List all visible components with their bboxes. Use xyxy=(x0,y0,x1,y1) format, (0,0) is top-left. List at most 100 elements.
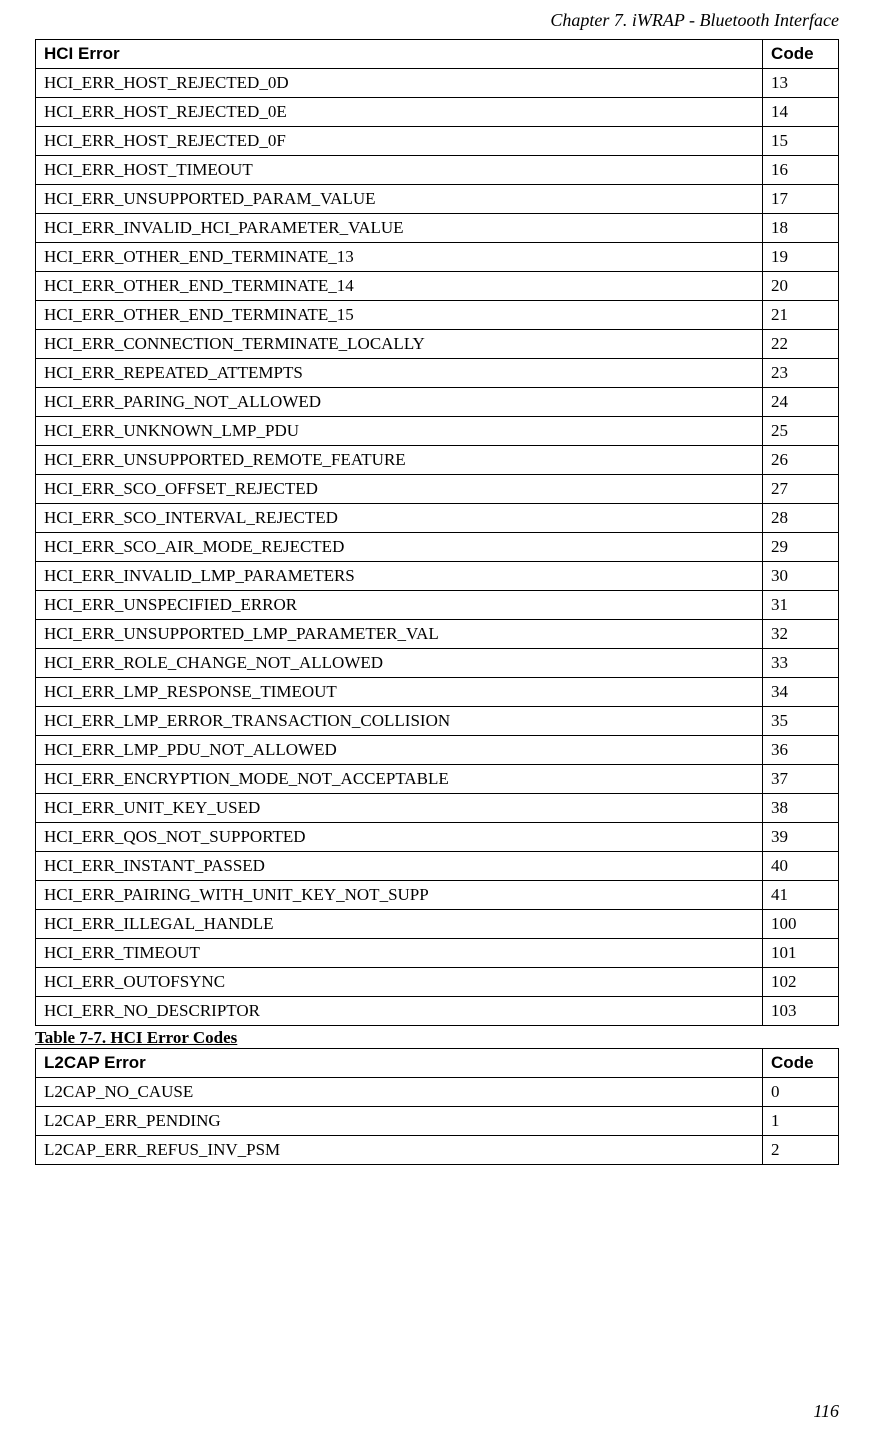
error-name-cell: HCI_ERR_HOST_TIMEOUT xyxy=(36,156,763,185)
table-row: HCI_ERR_PARING_NOT_ALLOWED24 xyxy=(36,388,839,417)
error-name-cell: HCI_ERR_ROLE_CHANGE_NOT_ALLOWED xyxy=(36,649,763,678)
error-code-cell: 14 xyxy=(763,98,839,127)
column-header-error: HCI Error xyxy=(36,40,763,69)
error-name-cell: HCI_ERR_ENCRYPTION_MODE_NOT_ACCEPTABLE xyxy=(36,765,763,794)
error-code-cell: 25 xyxy=(763,417,839,446)
table-row: HCI_ERR_REPEATED_ATTEMPTS23 xyxy=(36,359,839,388)
table-row: HCI_ERR_HOST_REJECTED_0E14 xyxy=(36,98,839,127)
table-caption-hci: Table 7-7. HCI Error Codes xyxy=(35,1028,839,1048)
error-name-cell: HCI_ERR_HOST_REJECTED_0E xyxy=(36,98,763,127)
chapter-header: Chapter 7. iWRAP - Bluetooth Interface xyxy=(0,0,874,39)
error-name-cell: HCI_ERR_UNSUPPORTED_PARAM_VALUE xyxy=(36,185,763,214)
error-code-cell: 33 xyxy=(763,649,839,678)
error-name-cell: HCI_ERR_SCO_INTERVAL_REJECTED xyxy=(36,504,763,533)
error-code-cell: 19 xyxy=(763,243,839,272)
error-code-cell: 16 xyxy=(763,156,839,185)
error-name-cell: HCI_ERR_PARING_NOT_ALLOWED xyxy=(36,388,763,417)
error-code-cell: 101 xyxy=(763,939,839,968)
l2cap-error-table: L2CAP Error Code L2CAP_NO_CAUSE0L2CAP_ER… xyxy=(35,1048,839,1165)
table-row: HCI_ERR_HOST_REJECTED_0F15 xyxy=(36,127,839,156)
error-code-cell: 0 xyxy=(763,1078,839,1107)
error-name-cell: HCI_ERR_UNSUPPORTED_LMP_PARAMETER_VAL xyxy=(36,620,763,649)
table-row: HCI_ERR_ENCRYPTION_MODE_NOT_ACCEPTABLE37 xyxy=(36,765,839,794)
table-row: HCI_ERR_SCO_AIR_MODE_REJECTED29 xyxy=(36,533,839,562)
error-code-cell: 23 xyxy=(763,359,839,388)
table-row: HCI_ERR_UNIT_KEY_USED38 xyxy=(36,794,839,823)
table-row: L2CAP_NO_CAUSE0 xyxy=(36,1078,839,1107)
error-name-cell: HCI_ERR_REPEATED_ATTEMPTS xyxy=(36,359,763,388)
error-name-cell: HCI_ERR_OUTOFSYNC xyxy=(36,968,763,997)
error-code-cell: 34 xyxy=(763,678,839,707)
error-name-cell: HCI_ERR_CONNECTION_TERMINATE_LOCALLY xyxy=(36,330,763,359)
error-code-cell: 15 xyxy=(763,127,839,156)
table-row: L2CAP_ERR_REFUS_INV_PSM2 xyxy=(36,1136,839,1165)
error-code-cell: 27 xyxy=(763,475,839,504)
error-code-cell: 40 xyxy=(763,852,839,881)
column-header-code: Code xyxy=(763,1049,839,1078)
page-content: HCI Error Code HCI_ERR_HOST_REJECTED_0D1… xyxy=(0,39,874,1165)
table-header-row: HCI Error Code xyxy=(36,40,839,69)
error-name-cell: HCI_ERR_OTHER_END_TERMINATE_15 xyxy=(36,301,763,330)
table-row: HCI_ERR_UNSUPPORTED_REMOTE_FEATURE26 xyxy=(36,446,839,475)
error-name-cell: HCI_ERR_OTHER_END_TERMINATE_13 xyxy=(36,243,763,272)
table-row: HCI_ERR_UNKNOWN_LMP_PDU25 xyxy=(36,417,839,446)
table-row: HCI_ERR_ILLEGAL_HANDLE100 xyxy=(36,910,839,939)
error-code-cell: 28 xyxy=(763,504,839,533)
table-row: HCI_ERR_QOS_NOT_SUPPORTED39 xyxy=(36,823,839,852)
table-row: HCI_ERR_OTHER_END_TERMINATE_1319 xyxy=(36,243,839,272)
table-row: HCI_ERR_PAIRING_WITH_UNIT_KEY_NOT_SUPP41 xyxy=(36,881,839,910)
table-row: HCI_ERR_CONNECTION_TERMINATE_LOCALLY22 xyxy=(36,330,839,359)
column-header-error: L2CAP Error xyxy=(36,1049,763,1078)
error-name-cell: HCI_ERR_INVALID_LMP_PARAMETERS xyxy=(36,562,763,591)
error-code-cell: 29 xyxy=(763,533,839,562)
error-code-cell: 26 xyxy=(763,446,839,475)
table-row: HCI_ERR_INVALID_HCI_PARAMETER_VALUE18 xyxy=(36,214,839,243)
table-row: HCI_ERR_LMP_PDU_NOT_ALLOWED36 xyxy=(36,736,839,765)
error-code-cell: 103 xyxy=(763,997,839,1026)
error-code-cell: 24 xyxy=(763,388,839,417)
table-row: HCI_ERR_NO_DESCRIPTOR103 xyxy=(36,997,839,1026)
error-name-cell: HCI_ERR_UNSPECIFIED_ERROR xyxy=(36,591,763,620)
error-name-cell: HCI_ERR_UNIT_KEY_USED xyxy=(36,794,763,823)
error-code-cell: 17 xyxy=(763,185,839,214)
table-row: HCI_ERR_INVALID_LMP_PARAMETERS30 xyxy=(36,562,839,591)
error-name-cell: L2CAP_ERR_PENDING xyxy=(36,1107,763,1136)
error-name-cell: L2CAP_ERR_REFUS_INV_PSM xyxy=(36,1136,763,1165)
error-name-cell: HCI_ERR_HOST_REJECTED_0F xyxy=(36,127,763,156)
table-row: HCI_ERR_TIMEOUT101 xyxy=(36,939,839,968)
error-code-cell: 36 xyxy=(763,736,839,765)
table-row: HCI_ERR_HOST_REJECTED_0D13 xyxy=(36,69,839,98)
error-code-cell: 37 xyxy=(763,765,839,794)
table-header-row: L2CAP Error Code xyxy=(36,1049,839,1078)
error-name-cell: HCI_ERR_UNSUPPORTED_REMOTE_FEATURE xyxy=(36,446,763,475)
table-row: HCI_ERR_OTHER_END_TERMINATE_1420 xyxy=(36,272,839,301)
error-code-cell: 100 xyxy=(763,910,839,939)
table-row: HCI_ERR_UNSUPPORTED_PARAM_VALUE17 xyxy=(36,185,839,214)
error-name-cell: HCI_ERR_LMP_RESPONSE_TIMEOUT xyxy=(36,678,763,707)
error-code-cell: 30 xyxy=(763,562,839,591)
error-name-cell: HCI_ERR_ILLEGAL_HANDLE xyxy=(36,910,763,939)
error-name-cell: HCI_ERR_UNKNOWN_LMP_PDU xyxy=(36,417,763,446)
error-code-cell: 20 xyxy=(763,272,839,301)
error-code-cell: 38 xyxy=(763,794,839,823)
table-row: HCI_ERR_ROLE_CHANGE_NOT_ALLOWED33 xyxy=(36,649,839,678)
error-code-cell: 21 xyxy=(763,301,839,330)
table-row: HCI_ERR_HOST_TIMEOUT16 xyxy=(36,156,839,185)
table-row: HCI_ERR_SCO_OFFSET_REJECTED27 xyxy=(36,475,839,504)
error-code-cell: 32 xyxy=(763,620,839,649)
error-code-cell: 39 xyxy=(763,823,839,852)
error-name-cell: HCI_ERR_INVALID_HCI_PARAMETER_VALUE xyxy=(36,214,763,243)
error-code-cell: 35 xyxy=(763,707,839,736)
error-code-cell: 13 xyxy=(763,69,839,98)
error-code-cell: 41 xyxy=(763,881,839,910)
table-row: HCI_ERR_LMP_ERROR_TRANSACTION_COLLISION3… xyxy=(36,707,839,736)
error-name-cell: HCI_ERR_LMP_ERROR_TRANSACTION_COLLISION xyxy=(36,707,763,736)
error-code-cell: 31 xyxy=(763,591,839,620)
error-name-cell: HCI_ERR_OTHER_END_TERMINATE_14 xyxy=(36,272,763,301)
table-row: L2CAP_ERR_PENDING1 xyxy=(36,1107,839,1136)
table-row: HCI_ERR_OUTOFSYNC102 xyxy=(36,968,839,997)
error-code-cell: 2 xyxy=(763,1136,839,1165)
column-header-code: Code xyxy=(763,40,839,69)
error-code-cell: 18 xyxy=(763,214,839,243)
error-name-cell: HCI_ERR_NO_DESCRIPTOR xyxy=(36,997,763,1026)
